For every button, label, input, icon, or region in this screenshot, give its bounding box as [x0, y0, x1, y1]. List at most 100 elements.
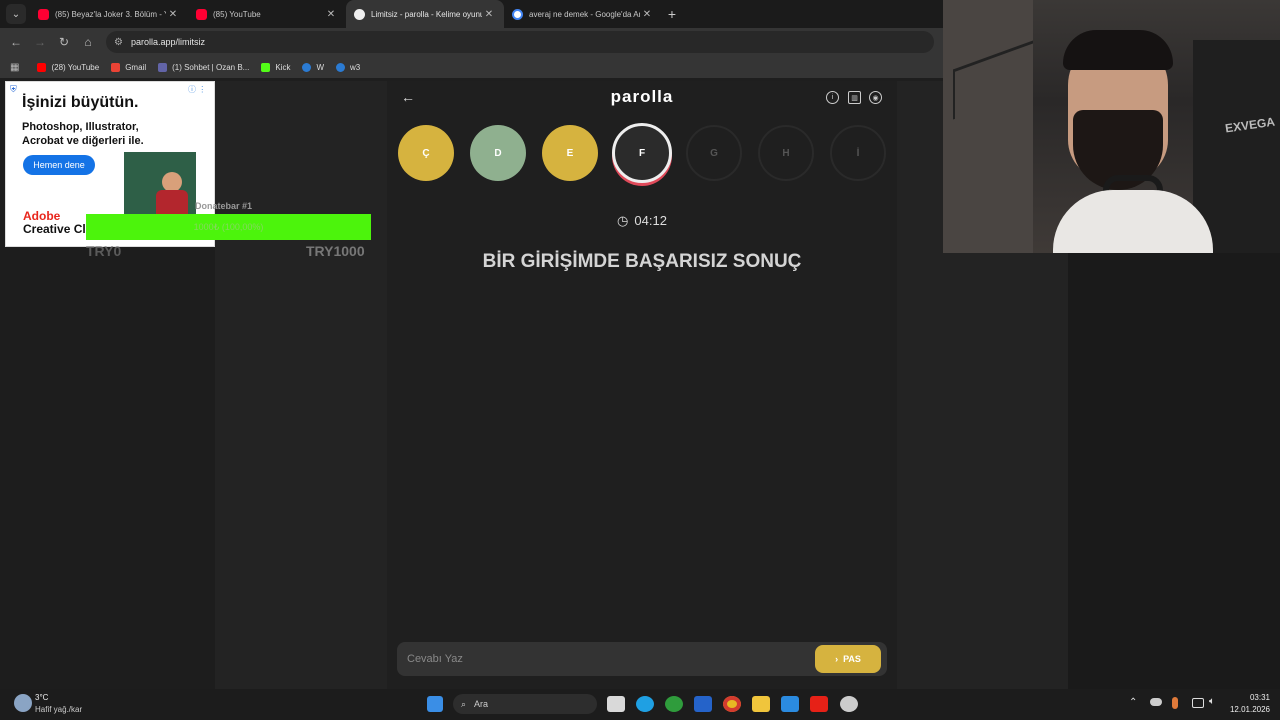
webcam-wall: [943, 0, 1033, 253]
clock-date[interactable]: 12.01.2026: [1220, 705, 1270, 714]
bookmark-label: W: [316, 62, 325, 72]
bookmark-label: (28) YouTube: [51, 62, 100, 72]
reload-icon[interactable]: ↻: [52, 35, 76, 49]
app-header: ← parolla i ▥ ◉: [387, 81, 897, 115]
speaker-icon[interactable]: 🔈︎: [1209, 696, 1215, 707]
tab-1[interactable]: (85) YouTube ✕: [188, 0, 346, 28]
close-icon[interactable]: ✕: [640, 9, 654, 20]
letter-char: H: [782, 147, 790, 159]
letter-char: G: [710, 147, 718, 159]
letter-char: D: [494, 147, 502, 159]
webcam-hair: [1063, 30, 1173, 70]
ad-brand-product: Creative Cl: [23, 222, 86, 236]
shield-icon: ⛨: [10, 84, 17, 94]
tab-3[interactable]: averaj ne demek - Google'da Ar ✕: [504, 0, 662, 28]
site-info-icon[interactable]: ⚙: [114, 37, 123, 48]
ad-info-icon[interactable]: ⓘ ⋮: [188, 84, 206, 95]
task-view-icon[interactable]: [607, 696, 625, 712]
question-text: BİR GİRİŞİMDE BAŞARISIZ SONUÇ: [482, 251, 802, 272]
weather-icon[interactable]: [14, 694, 32, 712]
clock-time[interactable]: 03:31: [1226, 693, 1270, 702]
windows-start-icon[interactable]: [427, 696, 443, 712]
donatebar-progress: 1000₺ (100,00%): [86, 214, 371, 240]
ad-image: [124, 152, 196, 214]
youtube-icon: [37, 62, 47, 72]
timer: ◷ 04:12: [387, 213, 897, 229]
chevron-right-icon: ›: [835, 654, 839, 664]
letter-circle: D: [470, 125, 526, 181]
close-icon[interactable]: ✕: [166, 9, 180, 20]
browser-tab-strip: ⌄ (85) Beyaz'la Joker 3. Bölüm - Y ✕ (85…: [0, 0, 944, 28]
globe-icon: [336, 62, 346, 72]
tab-title: averaj ne demek - Google'da Ar: [529, 9, 640, 19]
donatebar-min: TRY0: [86, 243, 122, 259]
cloud-icon[interactable]: [1150, 698, 1162, 706]
ad-subtext: Photoshop, Illustrator, Acrobat ve diğer…: [22, 121, 144, 147]
donatebar-progress-label: 1000₺ (100,00%): [193, 221, 264, 232]
tab-title: (85) YouTube: [213, 9, 261, 19]
globe-icon: [302, 62, 312, 72]
tab-search-button[interactable]: ⌄: [6, 4, 26, 24]
answer-input[interactable]: [407, 650, 787, 668]
bookmarks-bar: ▦ (28) YouTube Gmail (1) Sohbet | Ozan B…: [0, 56, 944, 78]
youtube-icon[interactable]: [810, 696, 828, 712]
address-bar[interactable]: ⚙ parolla.app/limitsiz: [106, 31, 934, 53]
letter-circle: Ç: [398, 125, 454, 181]
steam-icon[interactable]: [781, 696, 799, 712]
forward-arrow-icon[interactable]: →: [28, 35, 52, 49]
chevron-up-icon[interactable]: ⌃: [1129, 697, 1137, 708]
display-icon[interactable]: [1192, 698, 1204, 708]
search-icon: ⌕: [461, 698, 467, 709]
letter-circle: G: [686, 125, 742, 181]
file-explorer-icon[interactable]: [752, 696, 770, 712]
back-arrow-icon[interactable]: ←: [4, 35, 28, 49]
microphone-icon[interactable]: [1172, 697, 1178, 709]
weather-desc: Hafif yağ./kar: [35, 705, 83, 714]
tab-title: Limitsiz - parolla - Kelime oyunu: [371, 9, 482, 19]
left-gutter: [215, 81, 387, 689]
bookmark-w[interactable]: W: [302, 62, 325, 72]
letter-char: İ: [856, 147, 860, 159]
letter-wheel: Ç D E F G H İ: [398, 123, 888, 183]
bookmark-label: Gmail: [125, 62, 147, 72]
tab-2[interactable]: Limitsiz - parolla - Kelime oyunu ✕: [346, 0, 504, 28]
bookmark-kick[interactable]: Kick: [261, 62, 291, 72]
mail-icon[interactable]: [694, 696, 712, 712]
xbox-icon[interactable]: [665, 696, 683, 712]
bookmark-label: w3: [350, 62, 361, 72]
bookmark-youtube[interactable]: (28) YouTube: [37, 62, 100, 72]
webcam-overlay: EXVEGA: [943, 0, 1280, 253]
bookmark-gmail[interactable]: Gmail: [111, 62, 147, 72]
donatebar-title: Donatebar #1: [195, 201, 253, 211]
apps-grid-icon[interactable]: ▦: [10, 62, 19, 73]
profile-icon[interactable]: ◉: [869, 91, 882, 104]
google-icon: [512, 8, 523, 20]
timer-value: 04:12: [634, 213, 667, 228]
close-icon[interactable]: ✕: [482, 9, 496, 20]
bookmark-sohbet[interactable]: (1) Sohbet | Ozan B...: [158, 62, 250, 72]
settings-icon[interactable]: [840, 696, 858, 712]
pass-label: PAS: [843, 654, 861, 664]
pass-button[interactable]: › PAS: [815, 645, 881, 673]
taskbar-search[interactable]: ⌕ Ara: [453, 694, 597, 714]
close-icon[interactable]: ✕: [324, 9, 338, 20]
gmail-icon: [111, 62, 121, 72]
bookmark-label: Kick: [275, 62, 291, 72]
edge-icon[interactable]: [636, 696, 654, 712]
info-icon[interactable]: i: [826, 91, 839, 104]
bookmark-w3[interactable]: w3: [336, 62, 361, 72]
bookmark-label: (1) Sohbet | Ozan B...: [172, 62, 250, 72]
kick-icon: [261, 62, 271, 72]
stats-icon[interactable]: ▥: [848, 91, 861, 104]
answer-box: › PAS: [397, 642, 887, 676]
ad-cta-button[interactable]: Hemen dene: [23, 155, 95, 175]
letter-circle-current: F: [612, 123, 672, 183]
letter-circle: H: [758, 125, 814, 181]
parolla-app: ← parolla i ▥ ◉ Ç D E F G H İ ◷ 04:12 BİR…: [387, 81, 897, 689]
tab-0[interactable]: (85) Beyaz'la Joker 3. Bölüm - Y ✕: [30, 0, 188, 28]
taskbar-search-label: Ara: [474, 699, 489, 709]
new-tab-button[interactable]: +: [662, 6, 682, 22]
home-icon[interactable]: ⌂: [76, 35, 100, 49]
chrome-icon[interactable]: [723, 696, 741, 712]
youtube-icon: [196, 8, 207, 20]
